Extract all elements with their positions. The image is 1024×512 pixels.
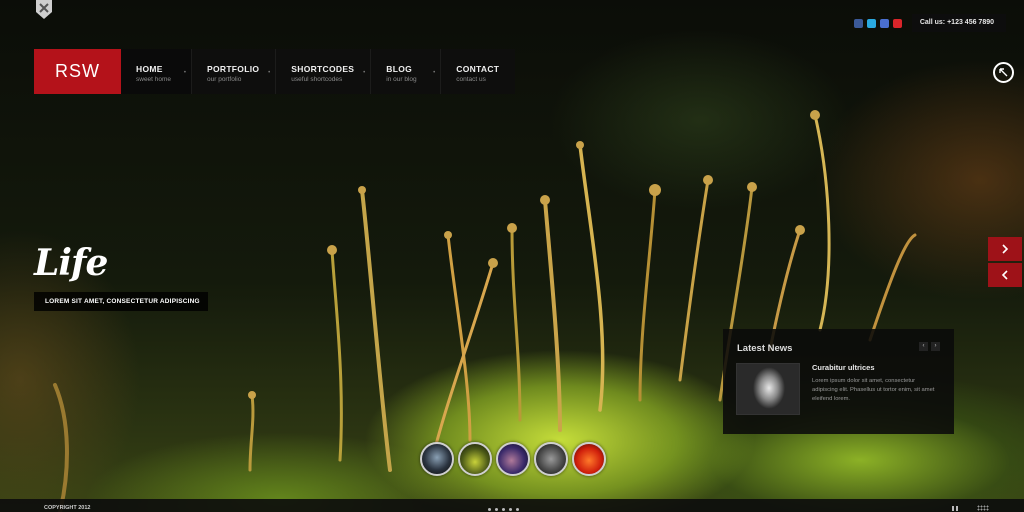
pager-dot[interactable] [509, 508, 512, 511]
pager-dot[interactable] [495, 508, 498, 511]
nav-item-sublabel: useful shortcodes [291, 76, 343, 83]
tools-icon [36, 0, 52, 19]
chevron-right-icon [1002, 244, 1009, 254]
phone-number: Call us: +123 456 7890 [911, 14, 1006, 32]
thumbnail-tunnel[interactable] [534, 442, 568, 476]
slide-caption: Life LOREM SIT AMET, CONSECTETUR ADIPISC… [34, 240, 208, 311]
nav-item-sublabel: our portfolio [207, 76, 242, 83]
nav-dot-icon: • [433, 70, 436, 76]
expand-arrow-glyph [999, 68, 1008, 77]
nav-item-home[interactable]: HOME sweet home • [121, 49, 191, 94]
facebook-icon[interactable] [853, 18, 863, 28]
grid-icon[interactable] [977, 505, 989, 511]
news-item-title[interactable]: Curabitur ultrices [812, 363, 875, 372]
expand-icon[interactable] [993, 62, 1014, 83]
slide-thumbnails [420, 442, 606, 476]
thumbnail-red[interactable] [572, 442, 606, 476]
nav-dot-icon: • [183, 70, 186, 76]
nav-item-sublabel: contact us [456, 76, 486, 83]
news-item-text: Lorem ipsum dolor sit amet, consectetur … [812, 378, 935, 402]
next-slide-button[interactable] [988, 237, 1022, 261]
top-contact-bar: Call us: +123 456 7890 [853, 14, 1006, 32]
flickr-icon[interactable] [879, 18, 889, 28]
pause-icon[interactable] [952, 506, 958, 511]
nav-item-label: PORTFOLIO [207, 64, 260, 74]
nav-item-label: CONTACT [456, 64, 500, 74]
nav-dot-icon: • [268, 70, 271, 76]
news-heading: Latest News [737, 343, 793, 354]
chevron-left-icon [1001, 270, 1008, 280]
nav-item-contact[interactable]: CONTACT contact us [440, 49, 515, 94]
nav-item-label: SHORTCODES [291, 64, 355, 74]
pager-dot[interactable] [488, 508, 491, 511]
nav-item-portfolio[interactable]: PORTFOLIO our portfolio • [191, 49, 275, 94]
thumbnail-dancer[interactable] [420, 442, 454, 476]
news-next-button[interactable]: › [931, 342, 940, 351]
nav-dot-icon: • [363, 70, 366, 76]
prev-slide-button[interactable] [988, 263, 1022, 287]
footer-bar: COPYRIGHT 2012 [0, 499, 1024, 512]
main-nav: HOME sweet home • PORTFOLIO our portfoli… [121, 49, 516, 94]
nav-item-sublabel: sweet home [136, 76, 172, 83]
pager-dot[interactable] [502, 508, 505, 511]
nav-item-blog[interactable]: BLOG in our blog • [370, 49, 440, 94]
latest-news-widget: Latest News ‹ › Curabitur ultrices Lorem… [723, 329, 954, 434]
twitter-icon[interactable] [866, 18, 876, 28]
pager-dot[interactable] [516, 508, 519, 511]
site-logo[interactable]: RSW [34, 49, 121, 94]
nav-item-label: HOME [136, 64, 163, 74]
news-prev-button[interactable]: ‹ [919, 342, 928, 351]
slide-pager [488, 508, 519, 511]
slide-title: Life [34, 242, 108, 284]
nav-item-sublabel: in our blog [386, 76, 417, 83]
news-thumbnail[interactable] [736, 363, 800, 415]
youtube-icon[interactable] [892, 18, 902, 28]
nav-item-label: BLOG [386, 64, 413, 74]
thumbnail-bridge[interactable] [496, 442, 530, 476]
site-header: RSW HOME sweet home • PORTFOLIO our port… [34, 49, 516, 94]
slide-subtitle: LOREM SIT AMET, CONSECTETUR ADIPISCING [34, 292, 208, 311]
copyright-text: COPYRIGHT 2012 [44, 505, 91, 511]
thumbnail-moss[interactable] [458, 442, 492, 476]
nav-item-shortcodes[interactable]: SHORTCODES useful shortcodes • [275, 49, 370, 94]
